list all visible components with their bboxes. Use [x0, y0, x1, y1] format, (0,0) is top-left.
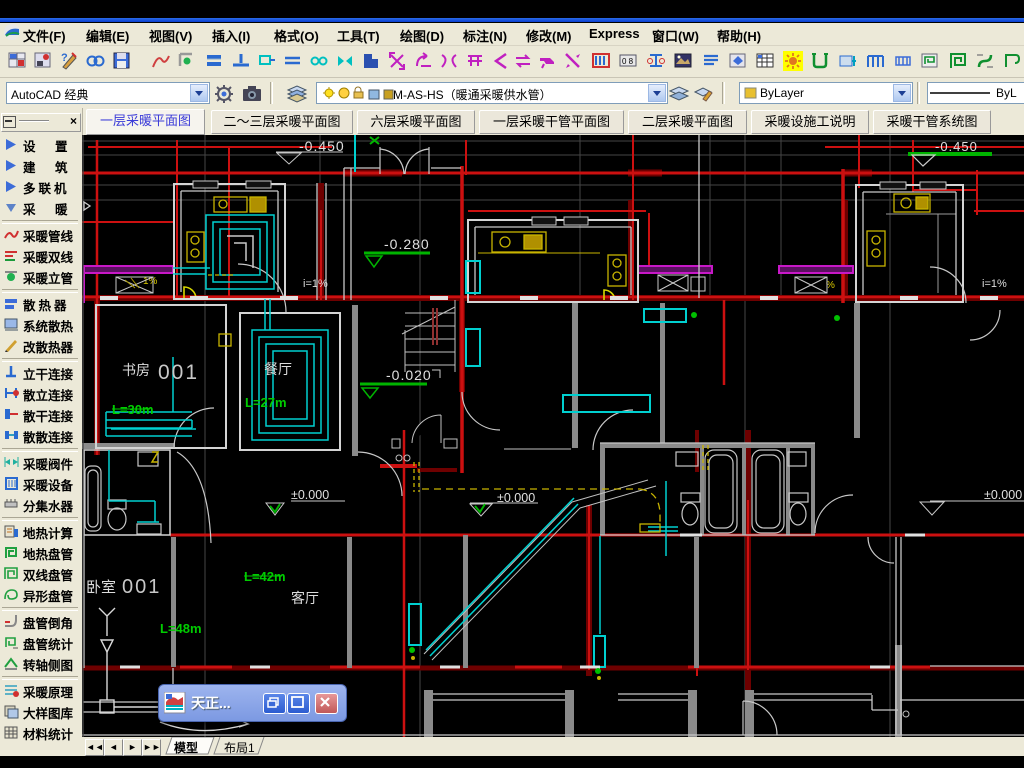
svg-text:i=1%: i=1%: [303, 278, 328, 290]
svg-text:L=27m: L=27m: [245, 395, 287, 410]
svg-text:餐厅: 餐厅: [264, 361, 292, 377]
svg-text:?: ?: [61, 52, 68, 64]
svg-text:0 8: 0 8: [622, 57, 634, 66]
svg-text:-0.280: -0.280: [384, 236, 430, 252]
svg-text:-0.450: -0.450: [935, 139, 978, 154]
svg-text:±0.000: ±0.000: [984, 488, 1022, 502]
svg-text:-0.020: -0.020: [386, 367, 432, 383]
svg-text:i=1%: i=1%: [982, 278, 1007, 290]
svg-text:书房: 书房: [122, 362, 150, 378]
svg-text:L=48m: L=48m: [160, 621, 202, 636]
svg-text:±0.000: ±0.000: [291, 488, 329, 502]
svg-text:001: 001: [122, 576, 161, 598]
svg-text:卧室: 卧室: [86, 579, 116, 596]
svg-text:001: 001: [158, 361, 199, 384]
svg-text:客厅: 客厅: [291, 590, 319, 606]
